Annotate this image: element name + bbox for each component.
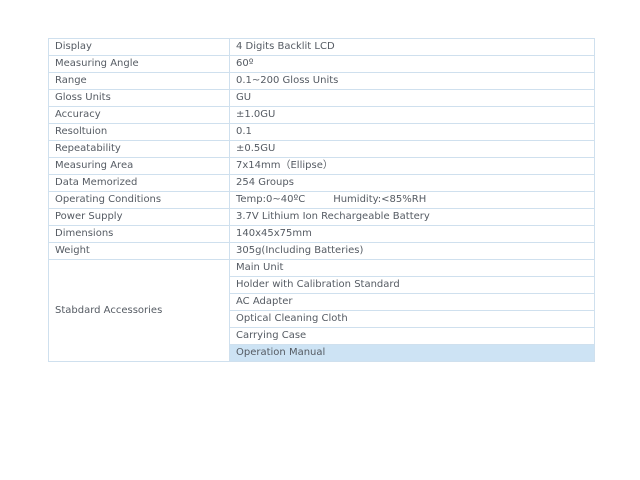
accessory-item: Holder with Calibration Standard — [229, 276, 595, 294]
spec-label-repeatability: Repeatability — [48, 140, 230, 158]
spec-label-range: Range — [48, 72, 230, 90]
spec-value-gloss-units: GU — [229, 89, 595, 107]
accessory-item: Main Unit — [229, 259, 595, 277]
table-row: Data Memorized 254 Groups — [48, 174, 595, 192]
temperature-value: Temp:0~40ºC — [236, 194, 306, 205]
table-row: Display 4 Digits Backlit LCD — [48, 38, 595, 56]
table-row: Dimensions 140x45x75mm — [48, 225, 595, 243]
spec-page: Display 4 Digits Backlit LCD Measuring A… — [0, 0, 640, 480]
spec-value-operating-conditions: Temp:0~40ºC Humidity:<85%RH — [229, 191, 595, 209]
accessory-item: Carrying Case — [229, 327, 595, 345]
spec-label-gloss-units: Gloss Units — [48, 89, 230, 107]
spec-value-measuring-area: 7x14mm（Ellipse） — [229, 157, 595, 175]
spec-label-measuring-area: Measuring Area — [48, 157, 230, 175]
table-row: Accuracy ±1.0GU — [48, 106, 595, 124]
spec-value-data-memorized: 254 Groups — [229, 174, 595, 192]
spec-label-display: Display — [48, 38, 230, 56]
table-row: Gloss Units GU — [48, 89, 595, 107]
accessory-item-highlighted: Operation Manual — [229, 344, 595, 362]
table-row: Range 0.1~200 Gloss Units — [48, 72, 595, 90]
table-row: Repeatability ±0.5GU — [48, 140, 595, 158]
spec-value-range: 0.1~200 Gloss Units — [229, 72, 595, 90]
spec-value-repeatability: ±0.5GU — [229, 140, 595, 158]
accessory-item: AC Adapter — [229, 293, 595, 311]
spec-label-data-memorized: Data Memorized — [48, 174, 230, 192]
spec-label-operating-conditions: Operating Conditions — [48, 191, 230, 209]
spec-label-accuracy: Accuracy — [48, 106, 230, 124]
table-row: Measuring Angle 60º — [48, 55, 595, 73]
accessory-item: Optical Cleaning Cloth — [229, 310, 595, 328]
table-row: Measuring Area 7x14mm（Ellipse） — [48, 157, 595, 175]
spec-label-standard-accessories: Stabdard Accessories — [48, 259, 230, 362]
spec-label-dimensions: Dimensions — [48, 225, 230, 243]
spec-value-weight: 305g(Including Batteries) — [229, 242, 595, 260]
table-row: Power Supply 3.7V Lithium Ion Rechargeab… — [48, 208, 595, 226]
spec-value-display: 4 Digits Backlit LCD — [229, 38, 595, 56]
spec-label-power-supply: Power Supply — [48, 208, 230, 226]
spec-value-accuracy: ±1.0GU — [229, 106, 595, 124]
spec-label-resolution: Resoltuion — [48, 123, 230, 141]
table-row: Weight 305g(Including Batteries) — [48, 242, 595, 260]
spec-value-power-supply: 3.7V Lithium Ion Rechargeable Battery — [229, 208, 595, 226]
humidity-value: Humidity:<85%RH — [333, 194, 427, 205]
spec-value-resolution: 0.1 — [229, 123, 595, 141]
spec-value-dimensions: 140x45x75mm — [229, 225, 595, 243]
spec-label-weight: Weight — [48, 242, 230, 260]
spec-value-measuring-angle: 60º — [229, 55, 595, 73]
spec-label-measuring-angle: Measuring Angle — [48, 55, 230, 73]
table-row: Operating Conditions Temp:0~40ºC Humidity… — [48, 191, 595, 209]
table-row: Stabdard Accessories Main Unit — [48, 259, 595, 362]
spec-table: Display 4 Digits Backlit LCD Measuring A… — [48, 38, 595, 362]
table-row: Resoltuion 0.1 — [48, 123, 595, 141]
